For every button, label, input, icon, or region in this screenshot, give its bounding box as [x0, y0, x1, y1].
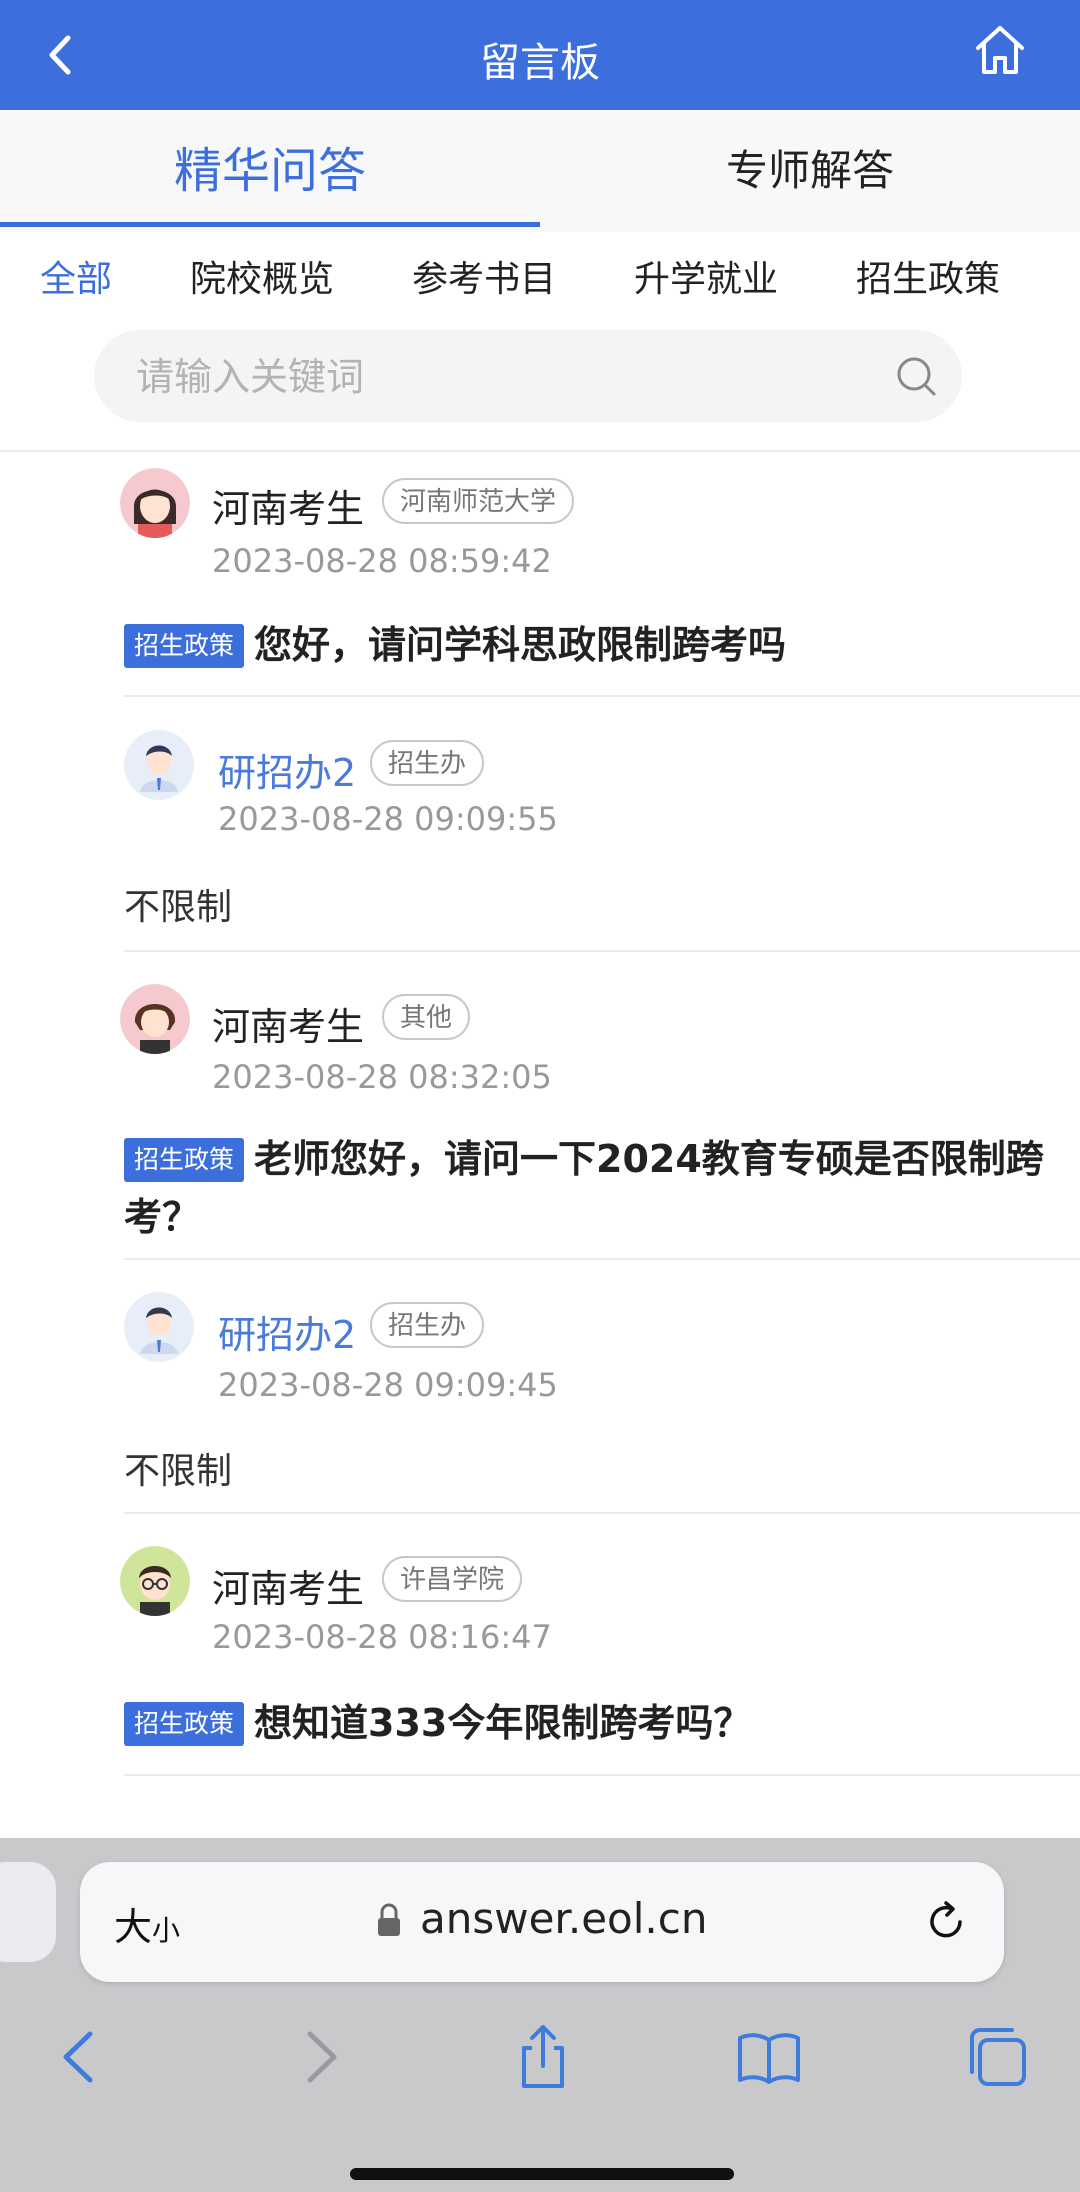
school-badge: 河南师范大学 — [382, 478, 575, 524]
reload-icon[interactable] — [922, 1898, 970, 1946]
search-icon[interactable] — [894, 354, 938, 398]
text-size-button[interactable]: 大小 — [114, 1896, 180, 1951]
browser-toolbar: 大小 answer.eol.cn — [0, 1838, 1080, 2192]
tabs-icon[interactable] — [962, 2022, 1032, 2092]
avatar — [120, 468, 190, 538]
category-admission-policy[interactable]: 招生政策 — [856, 250, 1000, 302]
avatar — [124, 730, 194, 800]
user-avatar-female-icon — [120, 984, 190, 1054]
divider — [124, 1258, 1080, 1260]
tab-bar: 精华问答 专师解答 — [0, 110, 1080, 232]
question-time: 2023-08-28 08:16:47 — [212, 1618, 552, 1656]
staff-avatar-icon — [124, 730, 194, 800]
category-tag: 招生政策 — [124, 624, 245, 668]
category-filter-bar: 全部 院校概览 参考书目 升学就业 招生政策 — [0, 250, 1080, 320]
asker-name: 河南考生 — [212, 487, 365, 531]
role-badge: 招生办 — [370, 1302, 485, 1348]
question-time: 2023-08-28 08:59:42 — [212, 542, 552, 580]
home-icon[interactable] — [970, 20, 1030, 80]
divider — [124, 695, 1080, 697]
url-text: answer.eol.cn — [420, 1894, 708, 1943]
answer-text: 不限制 — [124, 887, 233, 928]
address-bar[interactable]: 大小 answer.eol.cn — [80, 1862, 1004, 1982]
lock-icon — [378, 1903, 400, 1936]
staff-name: 研招办2 — [218, 751, 357, 795]
search-input[interactable] — [134, 330, 858, 424]
user-avatar-male-glasses-icon — [120, 1546, 190, 1616]
question-text: 想知道333今年限制跨考吗？ — [254, 1701, 752, 1745]
category-all[interactable]: 全部 — [40, 250, 112, 302]
bookmarks-icon[interactable] — [734, 2022, 804, 2092]
browser-forward-icon[interactable] — [284, 2022, 354, 2092]
school-badge: 其他 — [382, 994, 471, 1040]
tab-expert-answers[interactable]: 专师解答 — [540, 110, 1080, 232]
tab-featured-qa[interactable]: 精华问答 — [0, 110, 540, 232]
divider — [0, 450, 1080, 452]
question-text-block[interactable]: 招生政策 您好，请问学科思政限制跨考吗 — [124, 616, 1044, 674]
previous-tab-peek[interactable] — [0, 1862, 56, 1962]
page-title: 留言板 — [480, 40, 600, 86]
user-avatar-female-icon — [120, 468, 190, 538]
answer-text: 不限制 — [124, 1451, 233, 1492]
question-time: 2023-08-28 08:32:05 — [212, 1058, 552, 1096]
school-badge: 许昌学院 — [382, 1556, 523, 1602]
search-box — [94, 330, 962, 424]
role-badge: 招生办 — [370, 740, 485, 786]
app-header: 留言板 — [0, 0, 1080, 110]
category-employment[interactable]: 升学就业 — [634, 250, 778, 302]
avatar — [124, 1292, 194, 1362]
avatar — [120, 1546, 190, 1616]
question-text: 您好，请问学科思政限制跨考吗 — [254, 623, 787, 667]
question-text-block[interactable]: 招生政策 老师您好，请问一下2024教育专硕是否限制跨考？ — [124, 1130, 1044, 1246]
browser-back-icon[interactable] — [46, 2022, 116, 2092]
staff-avatar-icon — [124, 1292, 194, 1362]
category-school-overview[interactable]: 院校概览 — [190, 250, 334, 302]
question-text: 老师您好，请问一下2024教育专硕是否限制跨考？ — [124, 1137, 1044, 1239]
answer-time: 2023-08-28 09:09:55 — [218, 800, 558, 838]
category-reference-books[interactable]: 参考书目 — [412, 250, 556, 302]
divider — [124, 1512, 1080, 1514]
home-indicator[interactable] — [350, 2168, 734, 2180]
active-tab-indicator — [0, 222, 540, 227]
divider — [124, 950, 1080, 952]
asker-name: 河南考生 — [212, 1567, 365, 1611]
avatar — [120, 984, 190, 1054]
question-text-block[interactable]: 招生政策 想知道333今年限制跨考吗？ — [124, 1694, 1044, 1752]
category-tag: 招生政策 — [124, 1138, 245, 1182]
category-tag: 招生政策 — [124, 1702, 245, 1746]
staff-name: 研招办2 — [218, 1313, 357, 1357]
answer-time: 2023-08-28 09:09:45 — [218, 1366, 558, 1404]
share-icon[interactable] — [508, 2022, 578, 2092]
asker-name: 河南考生 — [212, 1005, 365, 1049]
divider — [124, 1774, 1080, 1776]
